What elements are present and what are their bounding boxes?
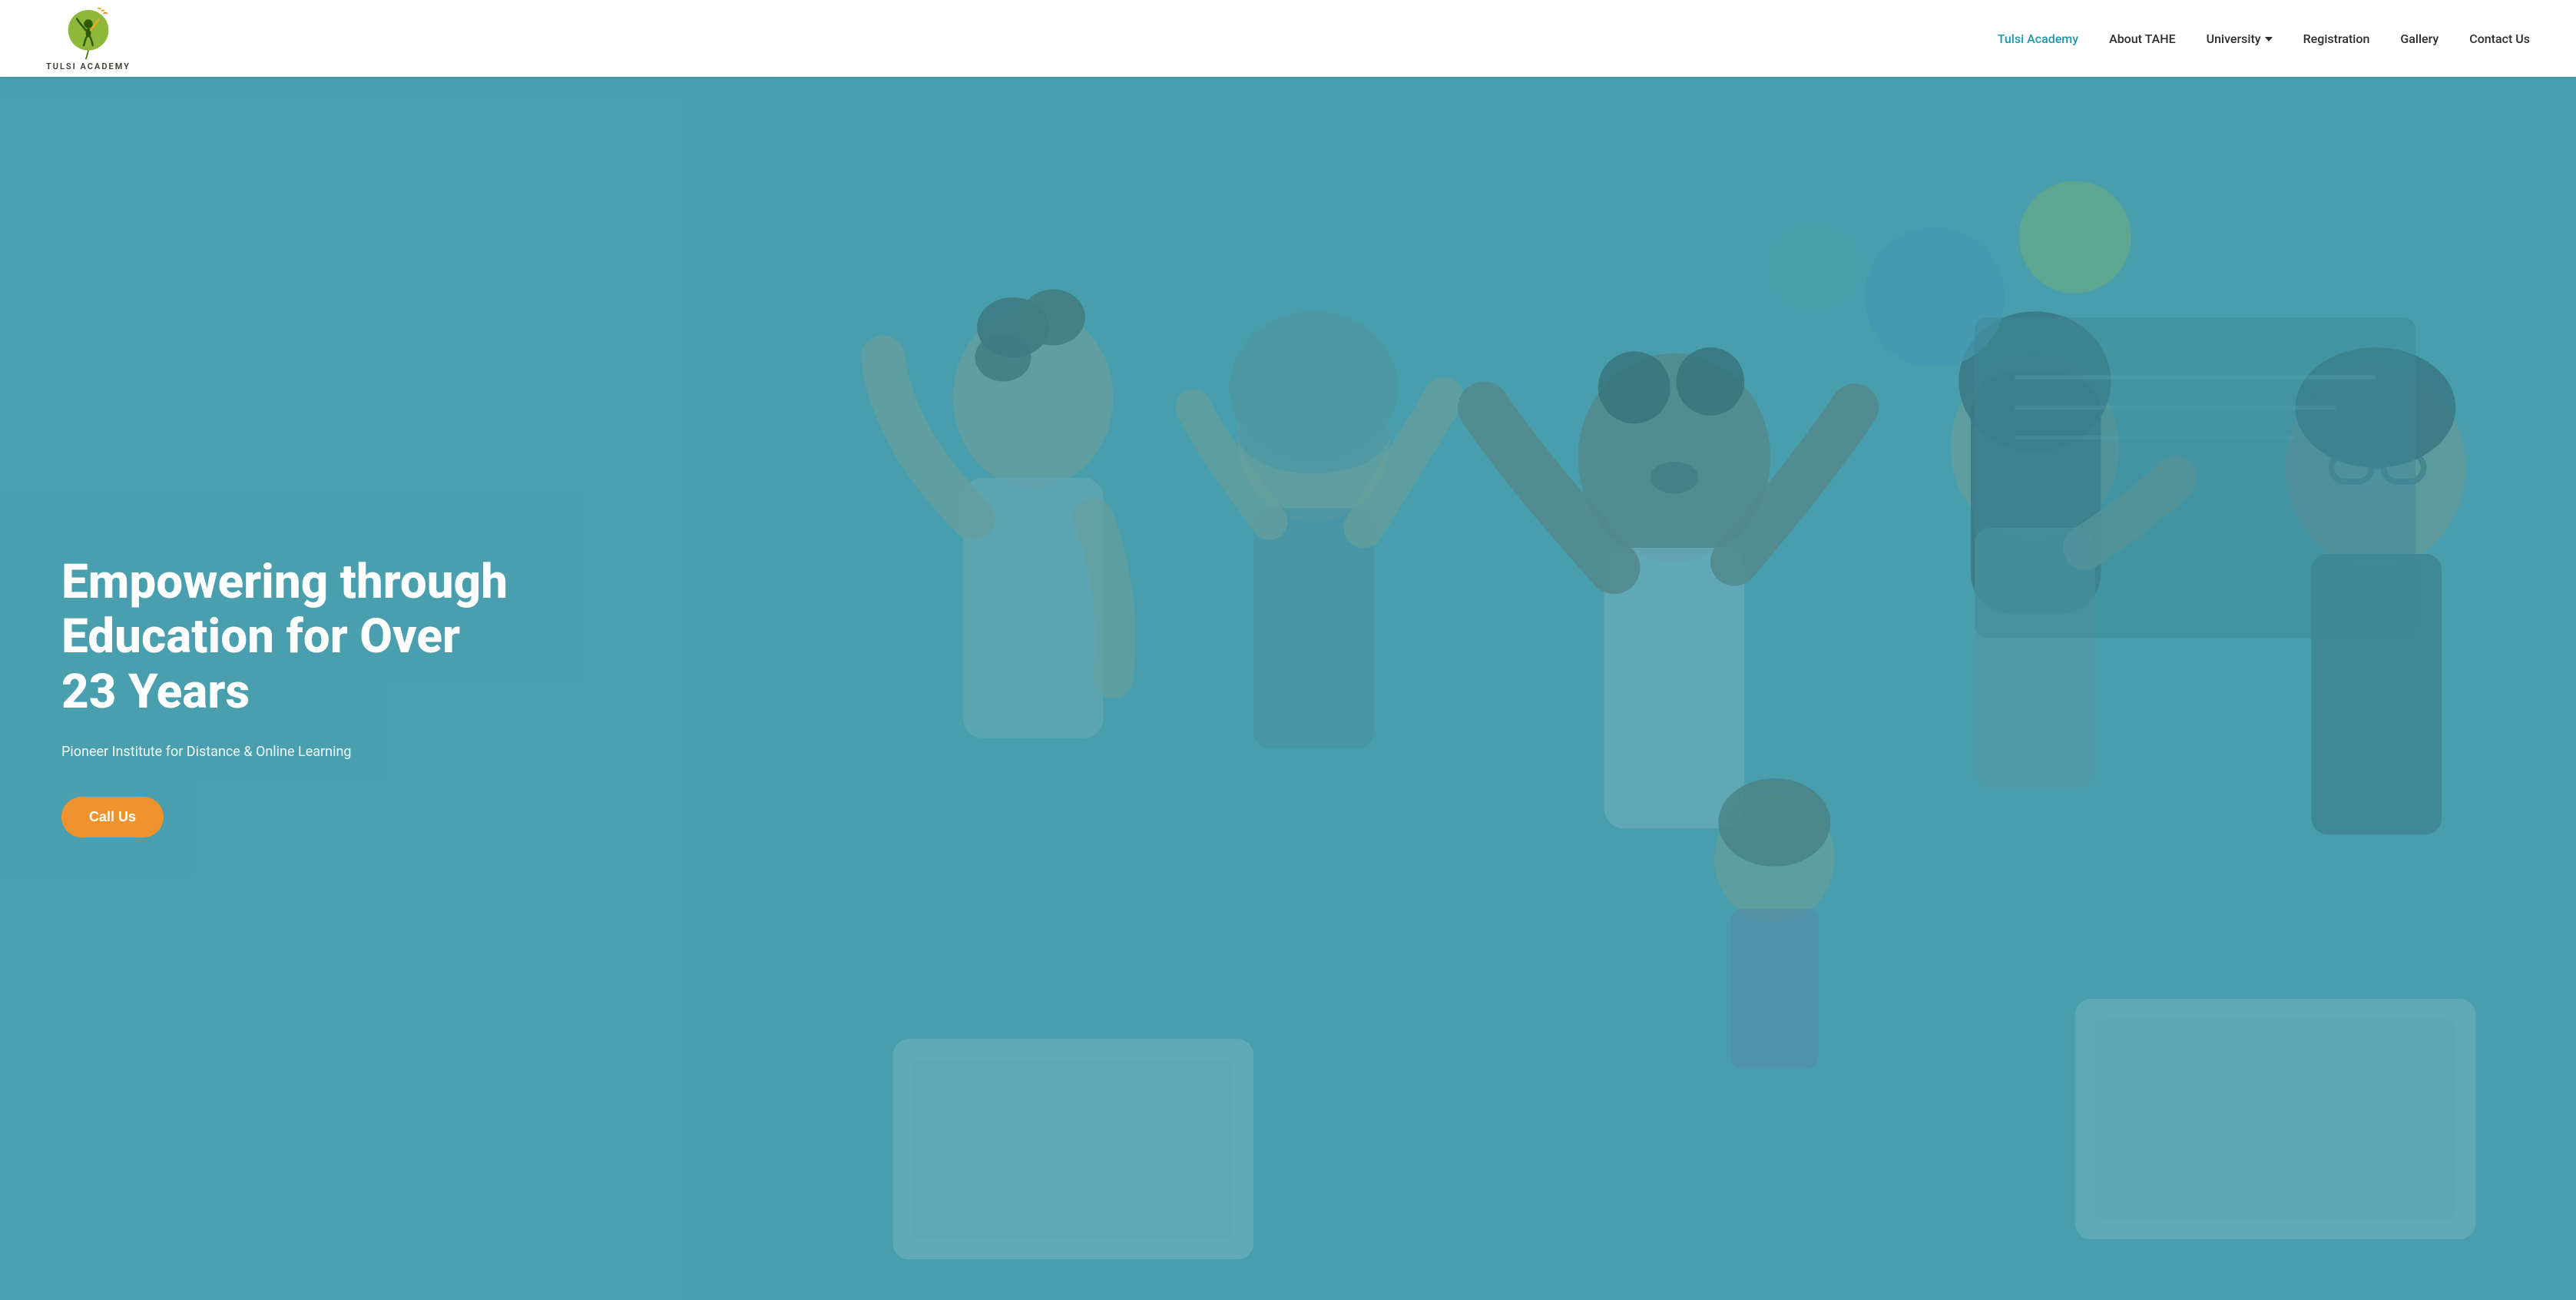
nav-item-tulsi-academy[interactable]: Tulsi Academy	[1998, 32, 2078, 46]
hero-subtitle: Pioneer Institute for Distance & Online …	[61, 744, 515, 760]
nav-link-contact-us[interactable]: Contact Us	[2469, 32, 2530, 46]
nav-item-registration[interactable]: Registration	[2303, 32, 2370, 46]
nav-item-gallery[interactable]: Gallery	[2400, 32, 2439, 46]
nav-link-about-tahe[interactable]: About TAHE	[2109, 32, 2176, 46]
nav-menu: Tulsi Academy About TAHE University Regi…	[1998, 32, 2530, 46]
hero-title: Empowering through Education for Over 23…	[61, 555, 515, 719]
navbar: TULSI ACADEMY Tulsi Academy About TAHE U…	[0, 0, 2576, 77]
hero-content: Empowering through Education for Over 23…	[0, 77, 576, 1300]
nav-link-tulsi-academy[interactable]: Tulsi Academy	[1998, 32, 2078, 46]
nav-link-registration[interactable]: Registration	[2303, 32, 2370, 46]
logo-text: TULSI ACADEMY	[46, 61, 131, 71]
nav-link-university[interactable]: University	[2207, 32, 2273, 46]
logo-icon	[61, 6, 115, 60]
nav-item-university[interactable]: University	[2207, 32, 2273, 46]
call-us-button[interactable]: Call Us	[61, 797, 164, 837]
nav-link-gallery[interactable]: Gallery	[2400, 32, 2439, 46]
logo[interactable]: TULSI ACADEMY	[46, 6, 131, 71]
chevron-down-icon	[2265, 37, 2273, 41]
nav-item-about-tahe[interactable]: About TAHE	[2109, 32, 2176, 46]
nav-item-contact-us[interactable]: Contact Us	[2469, 32, 2530, 46]
hero-section: Empowering through Education for Over 23…	[0, 77, 2576, 1300]
